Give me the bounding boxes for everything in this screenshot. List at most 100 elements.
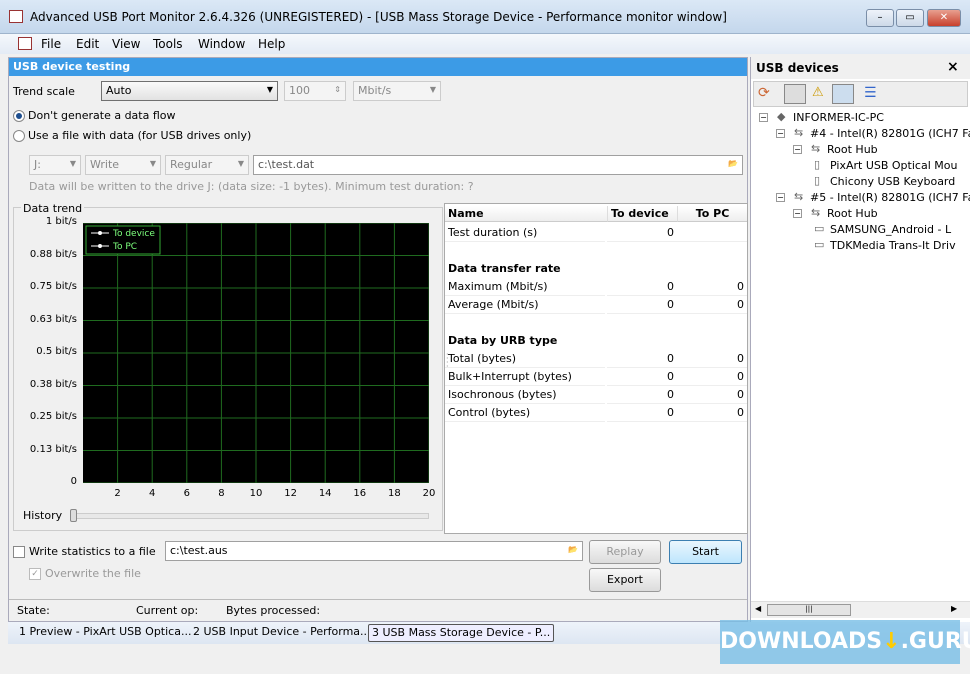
horizontal-scrollbar[interactable]: ◀ ||| ▶ [751,601,970,618]
device-view-icon[interactable] [784,84,806,104]
start-button[interactable]: Start [669,540,742,564]
data-file-value: c:\test.dat [258,158,315,171]
scale-number-stepper[interactable]: 100 ⇕ [284,81,346,101]
tree-item[interactable]: SAMSUNG_Android - L [830,223,951,236]
lock-warning-icon[interactable]: ⚠ [812,85,824,100]
row-to-device: 0 [607,368,677,386]
row-to-device: 0 [607,386,677,404]
data-trend-label: Data trend [21,202,85,215]
statistics-table: Name To device To PC Test duration (s) 0 D… [444,203,748,534]
menu-file[interactable]: File [41,37,61,51]
menu-bar: File Edit View Tools Window Help [0,34,970,54]
chevron-down-icon: ▼ [149,159,156,168]
computer-icon: ◆ [777,110,786,123]
menu-tools[interactable]: Tools [153,37,183,51]
network-view-icon[interactable] [832,84,854,104]
menu-window[interactable]: Window [198,37,245,51]
spin-icon: ⇕ [334,85,341,94]
mode-select[interactable]: Write ▼ [85,155,161,175]
scroll-left-icon[interactable]: ◀ [755,604,761,613]
tree-item[interactable]: Root Hub [827,207,878,220]
type-value: Regular [170,158,213,171]
drive-select[interactable]: J: ▼ [29,155,81,175]
unit-select[interactable]: Mbit/s ▼ [353,81,441,101]
device-icon: ▯ [814,174,821,187]
x-tick-label: 20 [422,488,436,499]
overwrite-label: Overwrite the file [45,567,141,580]
usb-device-testing-panel: USB device testing Trend scale Auto ▼ 100… [8,57,748,622]
menu-edit[interactable]: Edit [76,37,99,51]
trend-scale-label: Trend scale [13,85,75,98]
write-stats-checkbox[interactable] [13,546,25,558]
legend-marker [98,244,102,248]
section-header: Data transfer rate [448,262,561,275]
tree-item[interactable]: INFORMER-IC-PC [793,111,884,124]
data-file-input[interactable]: c:\test.dat 📂 [253,155,743,175]
splitter-handle[interactable]: · · · · [446,351,449,371]
y-tick-label: 0.25 bit/s [29,411,77,422]
tree-item[interactable]: #5 - Intel(R) 82801G (ICH7 Fam [810,191,970,204]
section-header: Data by URB type [448,334,558,347]
menu-view[interactable]: View [112,37,140,51]
devices-title: USB devices [756,61,839,75]
tree-item[interactable]: Root Hub [827,143,878,156]
replay-button[interactable]: Replay [589,540,661,564]
tab-mass-storage[interactable]: 3 USB Mass Storage Device - P... [368,624,555,642]
state-label: State: [17,604,50,617]
history-slider-thumb[interactable] [70,509,77,522]
use-file-radio[interactable] [13,130,25,142]
chevron-down-icon: ▼ [266,85,273,94]
tree-item[interactable]: Chicony USB Keyboard [830,175,955,188]
row-name: Control (bytes) [445,404,605,422]
overwrite-checkbox[interactable]: ✓ [29,568,41,580]
row-to-device: 0 [607,224,677,242]
close-panel-icon[interactable]: × [947,59,959,75]
header-name: Name [445,206,607,222]
drive-value: J: [34,158,41,171]
use-file-label: Use a file with data (for USB drives onl… [28,129,252,142]
chevron-down-icon: ▼ [237,159,244,168]
tree-item[interactable]: #4 - Intel(R) 82801G (ICH7 Fam [810,127,970,140]
tree-item[interactable]: PixArt USB Optical Mou [830,159,957,172]
expand-toggle[interactable]: − [776,129,785,138]
scroll-right-icon[interactable]: ▶ [951,604,957,613]
expand-toggle[interactable]: − [776,193,785,202]
list-icon[interactable]: ☰ [864,85,877,101]
x-tick-label: 10 [249,488,263,499]
scrollbar-thumb[interactable]: ||| [767,604,851,616]
row-to-device: 0 [607,404,677,422]
trend-scale-select[interactable]: Auto ▼ [101,81,278,101]
row-to-pc: 0 [677,404,747,422]
app-icon [9,10,23,23]
row-to-device: 0 [607,350,677,368]
stats-file-input[interactable]: c:\test.aus 📂 [165,541,583,561]
export-button[interactable]: Export [589,568,661,592]
row-name: Maximum (Mbit/s) [445,278,605,296]
window-title: Advanced USB Port Monitor 2.6.4.326 (UNR… [30,10,727,24]
maximize-button[interactable]: ▭ [896,9,924,27]
tree-item[interactable]: TDKMedia Trans-It Driv [830,239,956,252]
bytes-processed-label: Bytes processed: [226,604,321,617]
history-slider[interactable] [73,513,429,519]
menu-help[interactable]: Help [258,37,285,51]
type-select[interactable]: Regular ▼ [165,155,249,175]
tab-usb-input[interactable]: 2 USB Input Device - Performa... [190,624,374,642]
unit-value: Mbit/s [358,84,392,97]
close-button[interactable]: ✕ [927,9,961,27]
legend-label: To PC [112,242,137,252]
expand-toggle[interactable]: − [793,145,802,154]
header-to-pc: To PC [677,206,747,222]
folder-open-icon[interactable]: 📂 [728,159,738,168]
y-tick-label: 0.38 bit/s [29,378,77,390]
minimize-button[interactable]: – [866,9,894,27]
refresh-icon[interactable]: ⟳ [758,85,770,101]
chevron-down-icon: ▼ [69,159,76,168]
stats-file-value: c:\test.aus [170,544,228,557]
folder-open-icon[interactable]: 📂 [568,545,578,554]
expand-toggle[interactable]: − [759,113,768,122]
no-flow-radio[interactable] [13,110,25,122]
tab-preview[interactable]: 1 Preview - PixArt USB Optica... [16,624,194,642]
info-text: Data will be written to the drive J: (da… [29,180,474,193]
expand-toggle[interactable]: − [793,209,802,218]
y-tick-label: 1 bit/s [45,216,77,227]
